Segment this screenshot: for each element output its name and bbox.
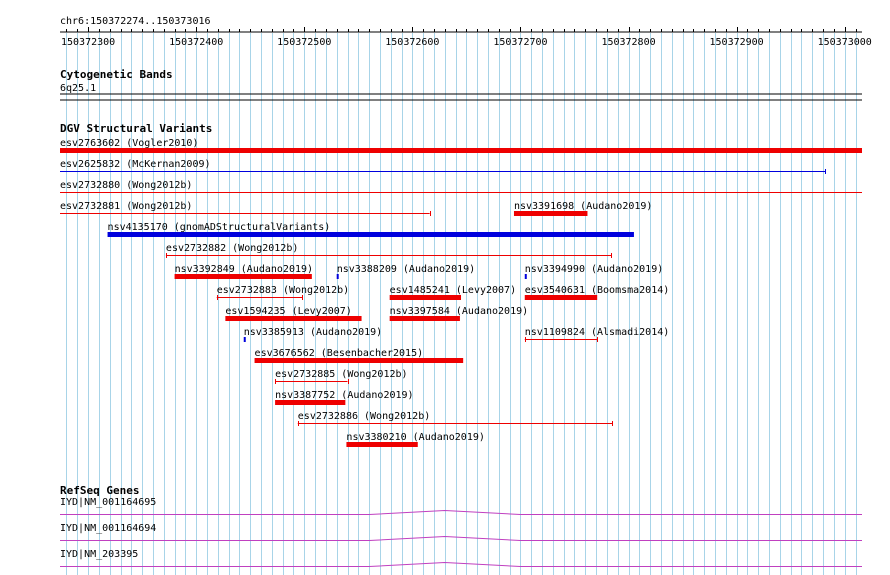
dgv-variant-label: esv2625832 (McKernan2009) [60,159,211,170]
dgv-variant-bar [174,274,312,279]
refseq-intron-line [60,509,862,515]
refseq-transcript[interactable]: IYD|NM_203395 [60,549,862,567]
dgv-variant[interactable]: esv2732880 (Wong2012b) [60,180,862,193]
dgv-variant[interactable]: nsv1109824 (Alsmadi2014) [524,327,670,342]
ruler-tick-label: 150372400 [169,37,223,48]
dgv-variant-bar [389,295,461,300]
dgv-variant[interactable]: nsv3391698 (Audano2019) [513,201,652,216]
dgv-variant-bar [389,316,460,321]
ruler-tick-label: 150372500 [277,37,331,48]
dgv-variant-label: nsv3397584 (Audano2019) [390,306,528,317]
refseq-transcript[interactable]: IYD|NM_001164695 [60,497,862,515]
ruler-tick-label: 150372700 [493,37,547,48]
dgv-variant-label: esv1485241 (Levy2007) [390,285,516,296]
dgv-variant-bar [107,232,634,237]
ruler-tick-label: 150372600 [385,37,439,48]
dgv-variant[interactable]: esv2732886 (Wong2012b) [297,411,613,426]
refseq-track: RefSeq Genes IYD|NM_001164695IYD|NM_0011… [60,484,862,567]
dgv-variant-label: esv2732881 (Wong2012b) [60,201,192,212]
ruler-tick-label: 150373000 [818,37,872,48]
dgv-variant-bar [225,316,362,321]
dgv-variant[interactable]: esv1485241 (Levy2007) [389,285,516,300]
dgv-variant[interactable]: esv2763602 (Vogler2010) [60,138,862,153]
dgv-variant[interactable]: esv3540631 (Boomsma2014) [524,285,670,300]
dgv-variant-label: nsv3392849 (Audano2019) [175,264,313,275]
dgv-variant[interactable]: nsv3392849 (Audano2019) [174,264,313,279]
dgv-variant[interactable]: nsv3397584 (Audano2019) [389,306,528,321]
dgv-variant-bar [275,400,346,405]
ruler-track: chr6:150372274..150373016 150372300 15037… [60,16,872,48]
dgv-variant-label: esv2732880 (Wong2012b) [60,180,192,191]
dgv-variant-label: nsv4135170 (gnomADStructuralVariants) [108,222,331,233]
refseq-title: RefSeq Genes [60,484,139,497]
dgv-variant-bar [336,274,339,279]
dgv-variant-bar [524,295,598,300]
dgv-variant-label: nsv3385913 (Audano2019) [244,327,382,338]
dgv-variant-bar [513,211,588,216]
refseq-transcripts: IYD|NM_001164695 IYD|NM_001164694 IYD|NM_2… [60,497,862,567]
dgv-variant-label: esv2732885 (Wong2012b) [275,369,407,380]
dgv-variant-label: esv2732882 (Wong2012b) [166,243,298,254]
dgv-variant-label: nsv3380210 (Audano2019) [346,432,484,443]
grid-lines [66,33,857,575]
refseq-transcript[interactable]: IYD|NM_001164694 [60,523,862,541]
dgv-variant[interactable]: nsv4135170 (gnomADStructuralVariants) [107,222,634,237]
ruler-tick-label: 150372900 [710,37,764,48]
dgv-variant-label: nsv3391698 (Audano2019) [514,201,652,212]
dgv-title: DGV Structural Variants [60,122,212,135]
dgv-variant-bar [243,337,246,342]
refseq-intron-line [60,535,862,541]
cytogenetic-track: Cytogenetic Bands 6q25.1 [60,68,862,101]
dgv-variant-label: esv1594235 (Levy2007) [225,306,351,317]
refseq-transcript-label: IYD|NM_203395 [60,549,138,560]
dgv-variant-bar [524,274,527,279]
dgv-variant-bar [254,358,464,363]
dgv-variant[interactable]: nsv3394990 (Audano2019) [524,264,663,279]
genome-browser-canvas: chr6:150372274..150373016 150372300 15037… [60,16,872,575]
dgv-variant-label: nsv1109824 (Alsmadi2014) [525,327,670,338]
refseq-intron-line [60,561,862,567]
dgv-variant[interactable]: esv3676562 (Besenbacher2015) [254,348,464,363]
dgv-variant-bar [346,442,418,447]
cytogenetic-title: Cytogenetic Bands [60,68,173,81]
dgv-variant[interactable]: nsv3388209 (Audano2019) [336,264,475,279]
dgv-variant-label: esv2732886 (Wong2012b) [298,411,430,422]
dgv-variant[interactable]: esv2732885 (Wong2012b) [275,369,408,384]
dgv-variant[interactable]: nsv3380210 (Audano2019) [346,432,485,447]
dgv-variant-bar [60,148,862,153]
refseq-transcript-label: IYD|NM_001164694 [60,523,156,534]
refseq-transcript-label: IYD|NM_001164695 [60,497,156,508]
dgv-variant-label: esv2732883 (Wong2012b) [217,285,349,296]
dgv-variant-label: esv2763602 (Vogler2010) [60,138,198,149]
dgv-variant[interactable]: nsv3385913 (Audano2019) [243,327,382,342]
dgv-variant-label: nsv3394990 (Audano2019) [525,264,663,275]
dgv-variant[interactable]: esv2732882 (Wong2012b) [165,243,612,258]
dgv-variant-label: esv3540631 (Boomsma2014) [525,285,670,296]
cytogenetic-band-label: 6q25.1 [60,83,96,94]
dgv-variant[interactable]: nsv3387752 (Audano2019) [275,390,414,405]
dgv-variant-label: nsv3388209 (Audano2019) [337,264,475,275]
ruler-tick-label: 150372800 [601,37,655,48]
ruler-tick-label: 150372300 [61,37,115,48]
dgv-variant-label: esv3676562 (Besenbacher2015) [255,348,424,359]
dgv-variant[interactable]: esv1594235 (Levy2007) [225,306,362,321]
dgv-track: DGV Structural Variants esv2763602 (Vogl… [60,122,862,447]
dgv-variant[interactable]: esv2732881 (Wong2012b) [60,201,431,216]
ruler-label: chr6:150372274..150373016 [60,16,211,27]
dgv-variants: esv2763602 (Vogler2010) esv2625832 (McKer… [60,138,862,447]
dgv-variant[interactable]: esv2732883 (Wong2012b) [216,285,349,300]
dgv-variant-label: nsv3387752 (Audano2019) [275,390,413,401]
dgv-variant[interactable]: esv2625832 (McKernan2009) [60,159,826,174]
